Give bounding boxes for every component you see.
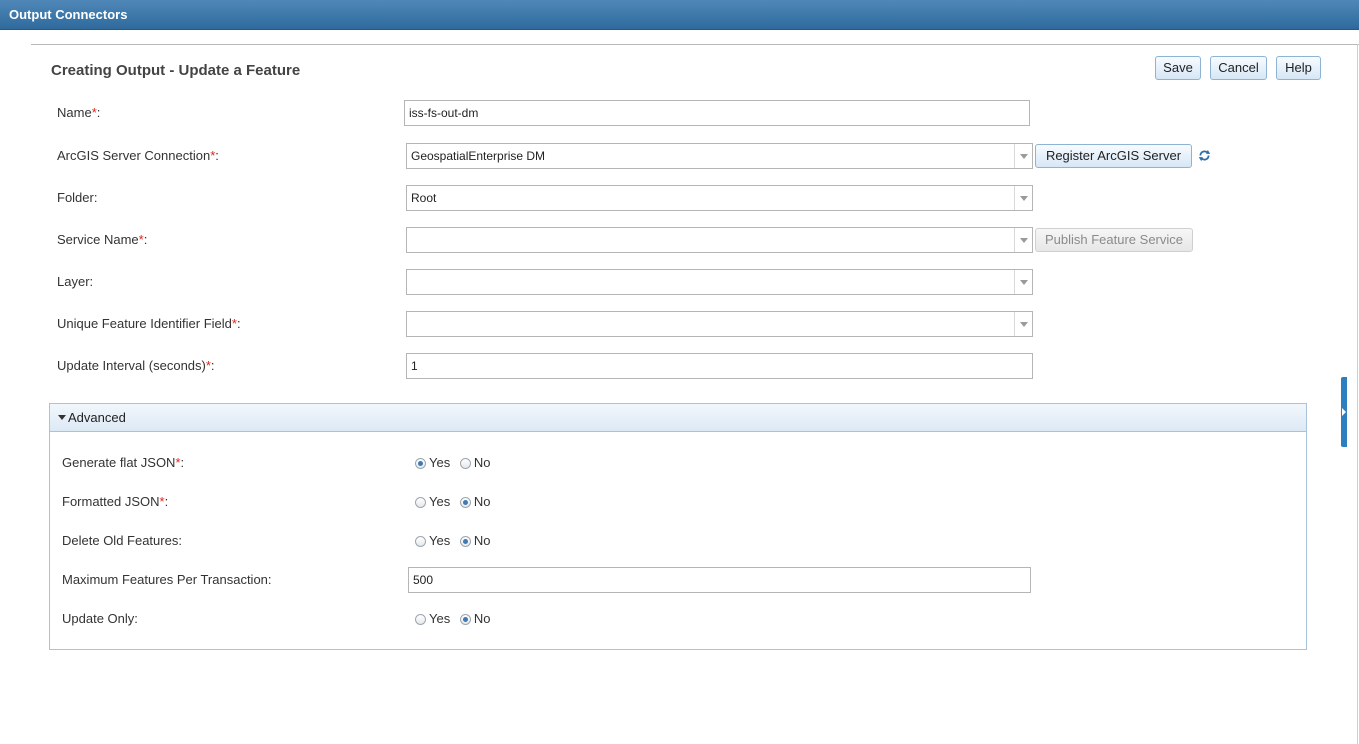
radio-checked-icon[interactable] xyxy=(459,536,471,547)
required-marker: * xyxy=(231,316,237,331)
server-connection-select[interactable]: GeospatialEnterprise DM xyxy=(406,143,1033,169)
yes-label: Yes xyxy=(429,533,451,548)
save-button[interactable]: Save xyxy=(1155,56,1201,80)
unique-id-field-label-text: Unique Feature Identifier Field xyxy=(57,316,232,331)
chevron-down-icon[interactable] xyxy=(1014,270,1032,294)
delete-old-features-yes[interactable]: Yes xyxy=(415,533,450,548)
update-interval-label: Update Interval (seconds)*: xyxy=(57,358,215,373)
no-label: No xyxy=(473,455,491,470)
update-only-yes[interactable]: Yes xyxy=(415,611,450,626)
unique-id-field-label: Unique Feature Identifier Field*: xyxy=(57,316,241,331)
chevron-down-icon[interactable] xyxy=(1014,186,1032,210)
advanced-header-label: Advanced xyxy=(68,410,126,425)
required-marker: * xyxy=(138,232,144,247)
server-connection-value: GeospatialEnterprise DM xyxy=(411,149,546,163)
service-name-label-text: Service Name xyxy=(57,232,139,247)
advanced-panel: Advanced xyxy=(49,403,1307,650)
yes-label: Yes xyxy=(429,611,451,626)
update-only-label: Update Only: xyxy=(62,611,138,626)
advanced-header[interactable]: Advanced xyxy=(50,404,1306,432)
chevron-down-icon[interactable] xyxy=(1014,144,1032,168)
name-input[interactable]: iss-fs-out-dm xyxy=(404,100,1030,126)
service-name-select[interactable] xyxy=(406,227,1033,253)
formatted-json-no[interactable]: No xyxy=(459,494,491,509)
layer-label: Layer: xyxy=(57,274,94,289)
radio-unchecked-icon[interactable] xyxy=(415,536,426,547)
yes-label: Yes xyxy=(429,494,451,509)
required-marker: * xyxy=(175,455,181,470)
chevron-down-icon[interactable] xyxy=(1014,312,1032,336)
radio-checked-icon[interactable] xyxy=(459,614,471,625)
help-button[interactable]: Help xyxy=(1276,56,1321,80)
name-label: Name*: xyxy=(57,105,101,120)
update-interval-input[interactable]: 1 xyxy=(406,353,1033,379)
no-label: No xyxy=(473,611,491,626)
cancel-button[interactable]: Cancel xyxy=(1210,56,1267,80)
required-marker: * xyxy=(91,105,97,120)
side-panel-toggle[interactable] xyxy=(1341,377,1347,447)
formatted-json-label-text: Formatted JSON xyxy=(62,494,160,509)
window-titlebar: Output Connectors xyxy=(0,0,1359,30)
radio-unchecked-icon[interactable] xyxy=(415,614,426,625)
radio-checked-icon[interactable] xyxy=(459,497,471,508)
delete-old-features-no[interactable]: No xyxy=(459,533,491,548)
generate-flat-json-label: Generate flat JSON*: xyxy=(62,455,185,470)
window-title: Output Connectors xyxy=(9,7,128,22)
chevron-down-icon[interactable] xyxy=(1014,228,1032,252)
page-title: Creating Output - Update a Feature xyxy=(51,62,301,79)
max-features-input[interactable]: 500 xyxy=(408,567,1031,593)
divider xyxy=(31,44,1359,45)
required-marker: * xyxy=(210,148,216,163)
delete-old-features-label: Delete Old Features: xyxy=(62,533,182,548)
server-connection-label: ArcGIS Server Connection*: xyxy=(57,148,219,163)
formatted-json-label: Formatted JSON*: xyxy=(62,494,169,509)
folder-label: Folder: xyxy=(57,190,98,205)
delete-old-features-radio-group: Yes No xyxy=(415,533,496,548)
service-name-label: Service Name*: xyxy=(57,232,148,247)
generate-flat-json-radio-group: Yes No xyxy=(415,455,496,470)
name-label-text: Name xyxy=(57,105,92,120)
chevron-right-icon xyxy=(1342,408,1346,416)
formatted-json-radio-group: Yes No xyxy=(415,494,496,509)
no-label: No xyxy=(473,494,491,509)
update-only-radio-group: Yes No xyxy=(415,611,496,626)
radio-unchecked-icon[interactable] xyxy=(415,497,426,508)
folder-select[interactable]: Root xyxy=(406,185,1033,211)
register-arcgis-server-button[interactable]: Register ArcGIS Server xyxy=(1035,144,1192,168)
generate-flat-json-yes[interactable]: Yes xyxy=(415,455,450,470)
divider-right xyxy=(1357,44,1358,744)
server-connection-label-text: ArcGIS Server Connection xyxy=(57,148,211,163)
publish-feature-service-button[interactable]: Publish Feature Service xyxy=(1035,228,1193,252)
update-interval-label-text: Update Interval (seconds) xyxy=(57,358,206,373)
folder-value: Root xyxy=(411,191,437,205)
yes-label: Yes xyxy=(429,455,451,470)
required-marker: * xyxy=(159,494,165,509)
formatted-json-yes[interactable]: Yes xyxy=(415,494,450,509)
refresh-icon[interactable] xyxy=(1198,149,1211,162)
caret-down-icon xyxy=(58,415,66,420)
required-marker: * xyxy=(205,358,211,373)
no-label: No xyxy=(473,533,491,548)
radio-unchecked-icon[interactable] xyxy=(459,458,471,469)
generate-flat-json-label-text: Generate flat JSON xyxy=(62,455,176,470)
layer-select[interactable] xyxy=(406,269,1033,295)
generate-flat-json-no[interactable]: No xyxy=(459,455,491,470)
unique-id-field-select[interactable] xyxy=(406,311,1033,337)
max-features-label: Maximum Features Per Transaction: xyxy=(62,572,272,587)
update-only-no[interactable]: No xyxy=(459,611,491,626)
radio-checked-icon[interactable] xyxy=(415,458,426,469)
